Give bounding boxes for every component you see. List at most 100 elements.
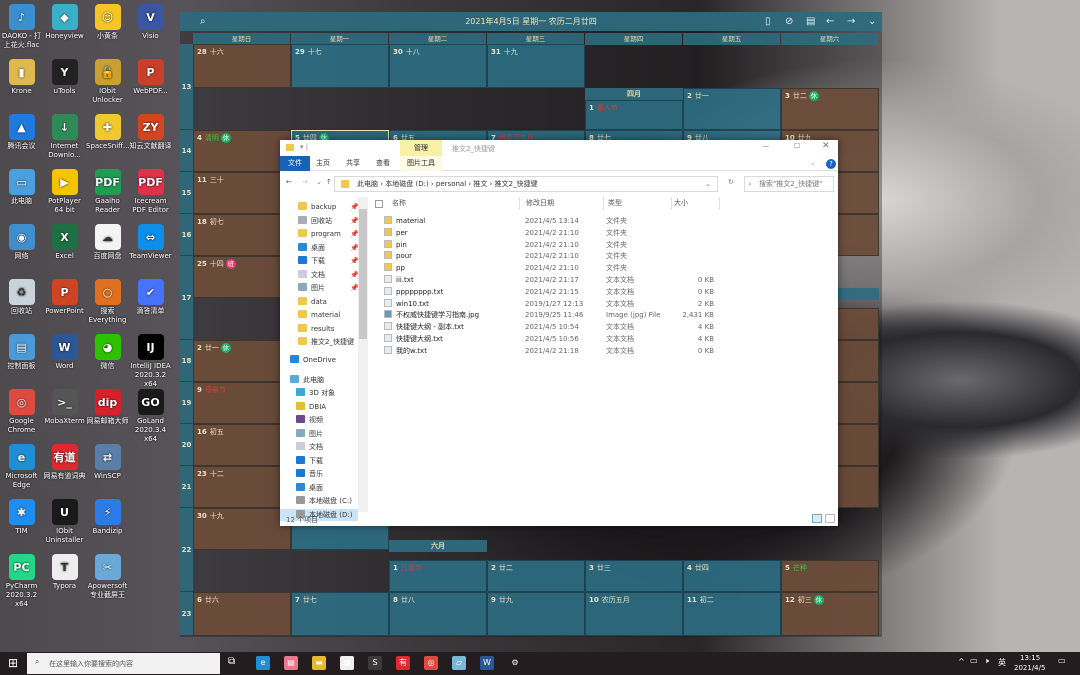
nav-item[interactable]: results (298, 323, 334, 335)
nav-item[interactable]: 3D 对象 (296, 387, 335, 399)
desktop-icon[interactable]: ✔滴答清单 (129, 279, 172, 316)
desktop-icon[interactable]: 有道网易有道词典 (43, 444, 86, 481)
notification-icon[interactable]: ▭ (1058, 656, 1066, 665)
file-explorer-taskbar-button[interactable]: ▬ (312, 656, 326, 670)
calendar-day-cell[interactable]: 23十二 (193, 466, 291, 508)
desktop-icon[interactable]: ◆Honeyview (43, 4, 86, 41)
file-row[interactable]: 快捷键大纲.txt2021/4/5 10:56文本文档4 KB (384, 333, 724, 345)
desktop-icon[interactable]: PDFGaaiho Reader (86, 169, 129, 215)
desktop-icon[interactable]: eMicrosoft Edge (0, 444, 43, 490)
calendar-day-cell[interactable]: 4廿四 (683, 560, 781, 592)
calendar-day-cell[interactable]: 1愚人节 (585, 100, 683, 130)
desktop-icon[interactable]: UIObit Uninstaller (43, 499, 86, 545)
calendar-day-cell[interactable]: 31十九 (487, 44, 585, 88)
nav-item[interactable]: 视频 (296, 414, 323, 426)
calendar-day-cell[interactable]: 25十四班 (193, 256, 291, 298)
volume-muted-icon[interactable]: 🕨 (984, 656, 989, 666)
search-icon[interactable]: ⌕ (200, 12, 206, 31)
desktop-icon[interactable]: ▶PotPlayer 64 bit (43, 169, 86, 215)
nav-item[interactable]: OneDrive (290, 354, 336, 366)
file-row[interactable]: 不权威快捷键学习指南.jpg2019/9/25 11:46Image (jpg)… (384, 309, 724, 321)
column-header[interactable]: 大小 (672, 197, 720, 210)
clock-time[interactable]: 13:15 (1020, 654, 1040, 662)
calendar-day-cell[interactable]: 2廿一 (683, 88, 781, 130)
nav-item[interactable]: 文档 (296, 441, 323, 453)
desktop-icon[interactable]: ☁百度网盘 (86, 224, 129, 261)
calendar-day-cell[interactable]: 12初三休 (781, 592, 879, 636)
notepad-app-taskbar-button[interactable]: ▱ (452, 656, 466, 670)
desktop-icon[interactable]: GOGoLand 2020.3.4 x64 (129, 389, 172, 444)
windows-start-button[interactable]: ⊞ (8, 656, 18, 670)
minimize-button[interactable]: — (762, 142, 769, 150)
desktop-icon[interactable]: ↓Internet Downlo... (43, 114, 86, 160)
nav-scrollbar[interactable] (358, 197, 368, 512)
store-taskbar-button[interactable]: ▦ (340, 656, 354, 670)
nav-item[interactable]: DBIA (296, 401, 326, 413)
calendar-day-cell[interactable]: 4清明休 (193, 130, 291, 172)
nav-item[interactable]: material (298, 309, 340, 321)
desktop-icon[interactable]: ♪DAOKO - 打上花火.flac (0, 4, 43, 50)
search-input[interactable]: ⌕ 搜索"推文2_快捷键" (744, 176, 834, 192)
calendar-day-cell[interactable]: 7廿七 (291, 592, 389, 636)
forward-button[interactable]: → (302, 178, 308, 186)
calendar-day-cell[interactable]: 3廿三 (585, 560, 683, 592)
nav-item[interactable]: 推文2_快捷键 (298, 336, 354, 348)
desktop-icon[interactable]: ⇄WinSCP (86, 444, 129, 481)
nav-item[interactable]: 下载📌 (298, 255, 325, 267)
nav-item[interactable]: backup📌 (298, 201, 336, 213)
file-row[interactable]: iii.txt2021/4/2 21:17文本文档0 KB (384, 274, 724, 286)
details-view-button[interactable] (812, 514, 822, 523)
calendar-day-cell[interactable]: 30十八 (389, 44, 487, 88)
arrow-right-icon[interactable]: → (847, 12, 855, 31)
recent-dropdown[interactable]: ⌄ (316, 178, 322, 186)
nav-item[interactable]: 桌面📌 (298, 242, 325, 254)
ribbon-tab[interactable]: 主页 (308, 156, 338, 171)
nav-item[interactable]: 音乐 (296, 468, 323, 480)
desktop-icon[interactable]: ✱TIM (0, 499, 43, 536)
calendar-day-cell[interactable]: 18初七 (193, 214, 291, 256)
scrollbar-thumb[interactable] (359, 209, 367, 339)
desktop-icon[interactable]: >_MobaXterm (43, 389, 86, 426)
desktop-icon[interactable]: ▭此电脑 (0, 169, 43, 206)
nav-item[interactable]: 图片📌 (298, 282, 325, 294)
nav-item[interactable]: data (298, 296, 327, 308)
desktop-icon[interactable]: PCPyCharm 2020.3.2 x64 (0, 554, 43, 609)
desktop-icon[interactable]: ◎Google Chrome (0, 389, 43, 435)
calendar-day-cell[interactable]: 8廿八 (389, 592, 487, 636)
ribbon-tab[interactable]: 查看 (368, 156, 398, 171)
calendar-day-cell[interactable]: 11初二 (683, 592, 781, 636)
expand-ribbon-icon[interactable]: ⌄ (810, 159, 816, 167)
desktop-icon[interactable]: PDFIcecream PDF Editor (129, 169, 172, 215)
nav-item[interactable]: 回收站📌 (298, 215, 332, 227)
file-row[interactable]: per2021/4/2 21:10文件夹 (384, 227, 724, 239)
up-button[interactable]: ↑ (326, 178, 332, 186)
nav-item[interactable]: 图片 (296, 428, 323, 440)
back-button[interactable]: ← (286, 178, 292, 186)
clock-date[interactable]: 2021/4/5 (1014, 664, 1045, 672)
desktop-icon[interactable]: XExcel (43, 224, 86, 261)
sublime-taskbar-button[interactable]: S (368, 656, 382, 670)
chevron-down-icon[interactable]: ⌄ (868, 12, 876, 31)
calendar-day-cell[interactable]: 30十九 (193, 508, 291, 550)
nav-item[interactable]: 下载 (296, 455, 323, 467)
desktop-icon[interactable]: ○搜索 Everything (86, 279, 129, 325)
desktop-icon[interactable]: ◕微信 (86, 334, 129, 371)
context-tab-manage[interactable]: 管理 (400, 140, 442, 156)
desktop-icon[interactable]: ☺小黄条 (86, 4, 129, 41)
quick-access-toolbar[interactable]: ▾ | (300, 143, 308, 151)
task-view-button[interactable]: ⧉ (228, 656, 235, 667)
desktop-icon[interactable]: YuTools (43, 59, 86, 96)
calendar-day-cell[interactable]: 5芒种 (781, 560, 879, 592)
file-row[interactable]: pp2021/4/2 21:10文件夹 (384, 262, 724, 274)
calendar-day-cell[interactable]: 9廿九 (487, 592, 585, 636)
link-icon[interactable]: ⊘ (785, 12, 793, 31)
calendar-day-cell[interactable]: 9母亲节 (193, 382, 291, 424)
desktop-icon[interactable]: ✚SpaceSniff... (86, 114, 129, 151)
desktop-icon[interactable]: PWebPDF... (129, 59, 172, 96)
file-row[interactable]: pour2021/4/2 21:10文件夹 (384, 250, 724, 262)
network-icon[interactable]: ▭ (970, 656, 978, 665)
column-header[interactable]: 修改日期 (524, 197, 604, 210)
calendar-day-cell[interactable]: 16初五 (193, 424, 291, 466)
desktop-icon[interactable]: ▲腾讯会议 (0, 114, 43, 151)
help-icon[interactable]: ? (826, 159, 836, 169)
